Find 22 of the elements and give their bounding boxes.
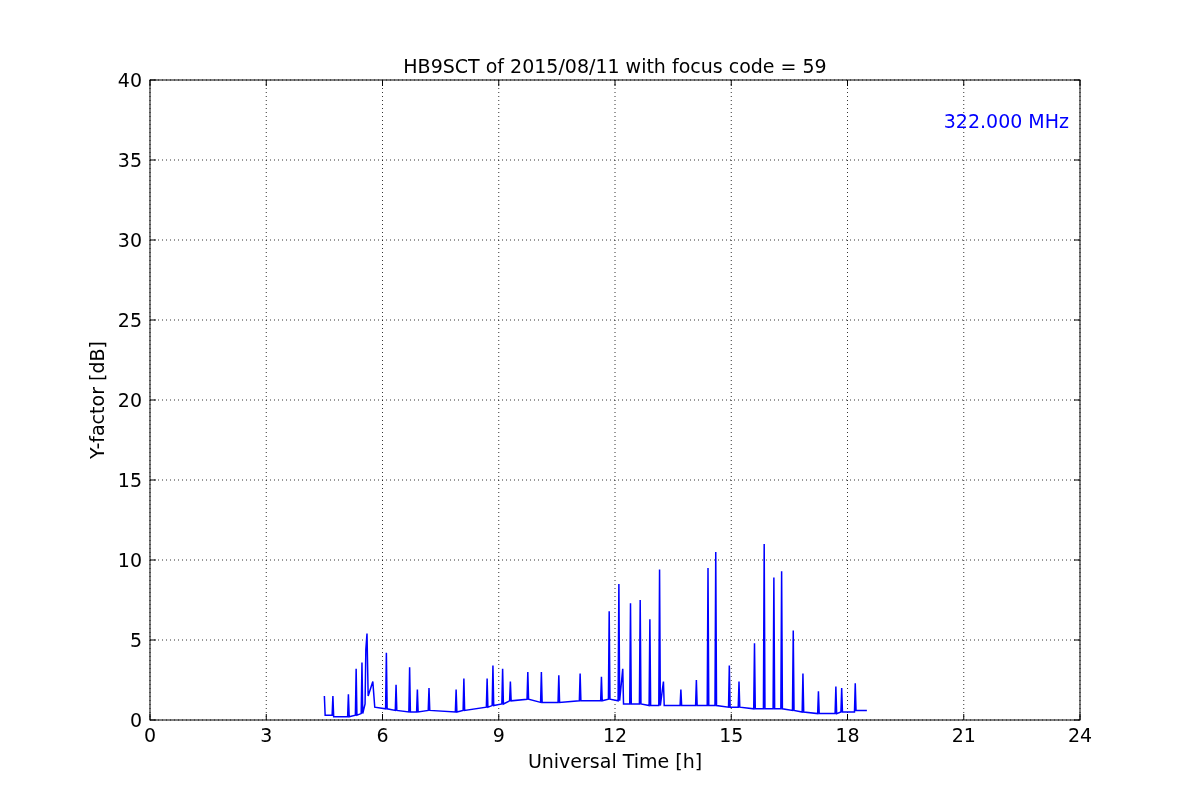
chart-title: HB9SCT of 2015/08/11 with focus code = 59: [403, 55, 827, 77]
x-tick-label: 15: [719, 724, 744, 746]
x-axis-label: Universal Time [h]: [527, 750, 703, 772]
x-tick-label: 21: [951, 724, 976, 746]
frequency-annotation: 322.000 MHz: [943, 110, 1069, 132]
y-tick-label: 30: [117, 229, 142, 251]
x-tick-label: 12: [602, 724, 628, 746]
y-tick-label: 35: [117, 149, 142, 171]
y-tick-label: 15: [117, 469, 142, 491]
x-tick-label: 18: [835, 724, 860, 746]
y-tick-label: 20: [117, 389, 142, 411]
y-tick-label: 25: [117, 309, 142, 331]
x-tick-label: 6: [376, 724, 389, 746]
y-axis-label: Y-factor [dB]: [86, 341, 108, 459]
y-tick-label: 0: [129, 709, 142, 731]
x-tick-label: 3: [260, 724, 273, 746]
x-tick-label: 0: [143, 724, 157, 746]
y-tick-label: 5: [129, 629, 142, 651]
x-tick-label: 24: [1067, 724, 1093, 746]
x-tick-label: 9: [492, 724, 505, 746]
y-tick-label: 10: [117, 549, 142, 571]
y-tick-label: 40: [117, 69, 142, 91]
